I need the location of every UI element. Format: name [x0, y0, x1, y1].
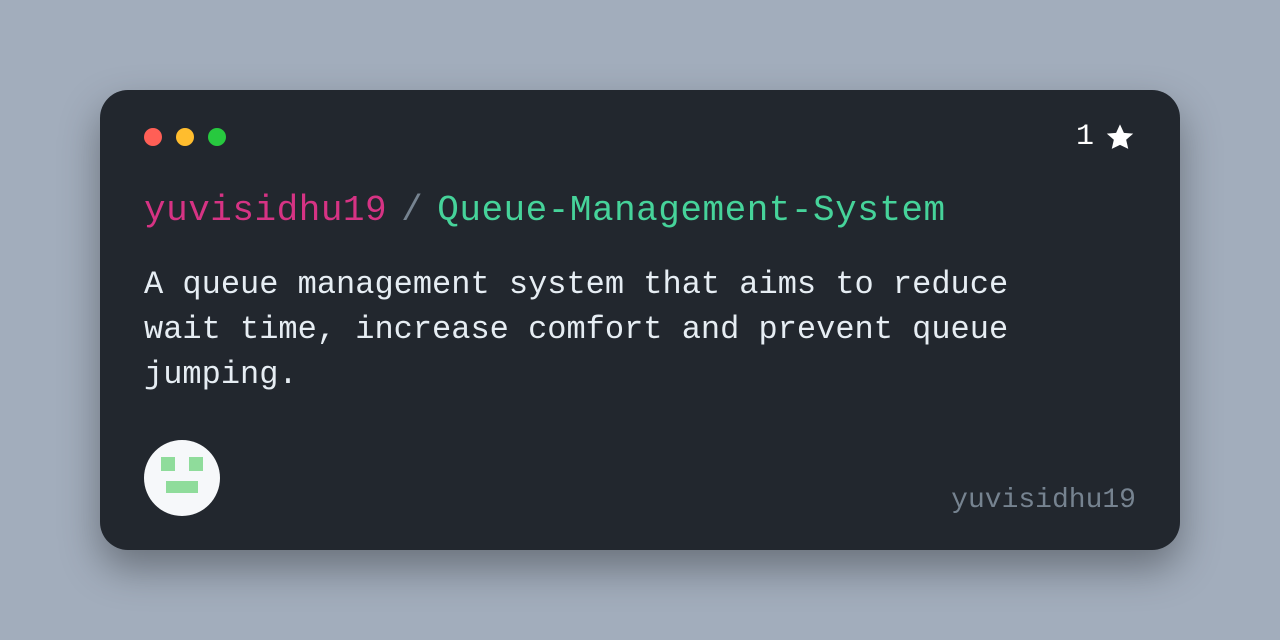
- traffic-light-zoom-icon: [208, 128, 226, 146]
- traffic-light-minimize-icon: [176, 128, 194, 146]
- repo-title: yuvisidhu19 / Queue-Management-System: [144, 190, 1136, 231]
- star-icon: [1104, 121, 1136, 153]
- repo-owner: yuvisidhu19: [144, 190, 387, 231]
- owner-handle: yuvisidhu19: [951, 485, 1136, 516]
- identicon-icon: [155, 451, 209, 505]
- window-traffic-lights: [144, 128, 1136, 146]
- avatar: [144, 440, 220, 516]
- star-count: 1: [1076, 120, 1136, 154]
- repo-name: Queue-Management-System: [437, 190, 945, 231]
- traffic-light-close-icon: [144, 128, 162, 146]
- star-count-value: 1: [1076, 120, 1094, 154]
- repo-description: A queue management system that aims to r…: [144, 263, 1024, 397]
- repo-slash: /: [401, 190, 423, 231]
- repo-social-card: 1 yuvisidhu19 / Queue-Management-System …: [100, 90, 1180, 550]
